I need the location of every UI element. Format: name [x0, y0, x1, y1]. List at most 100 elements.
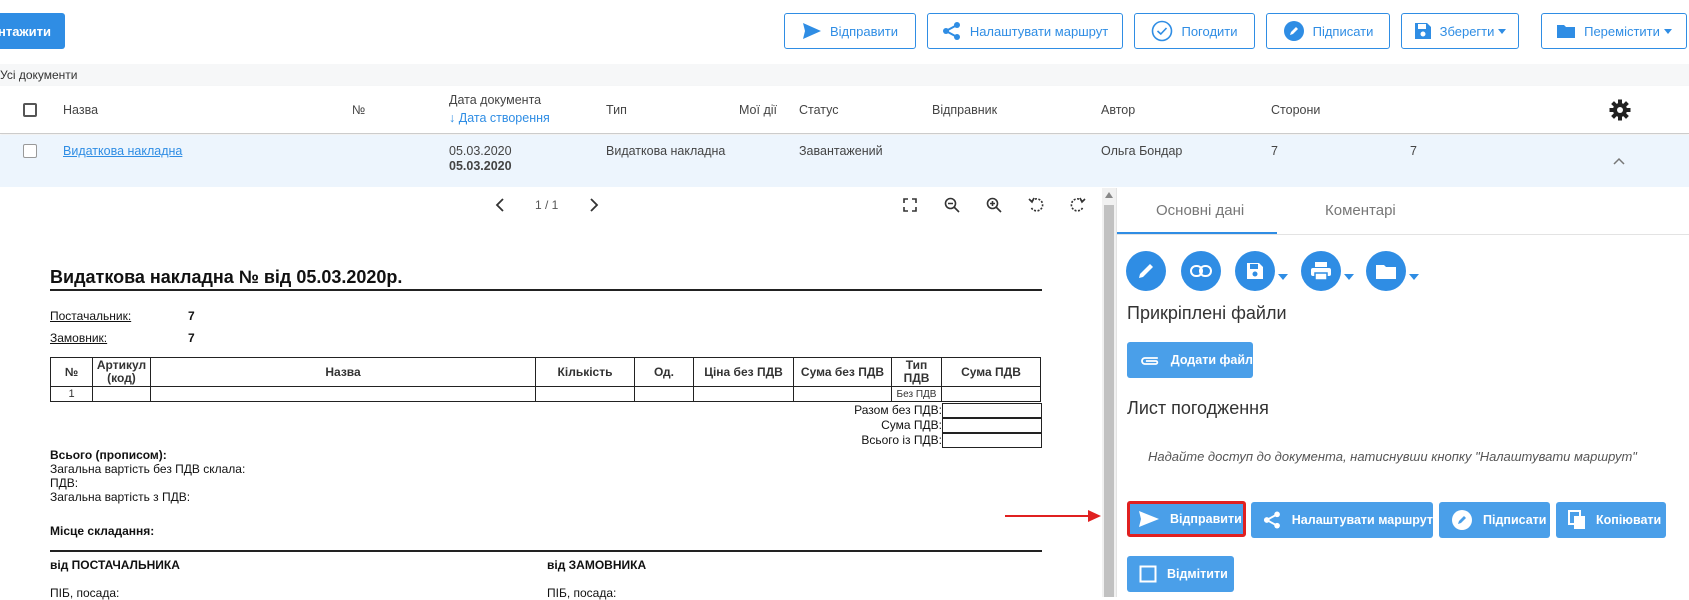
- tabs-divider: [1117, 234, 1689, 235]
- total-with-vat-label: Всього із ПДВ:: [861, 433, 942, 447]
- chevron-down-icon[interactable]: [1409, 274, 1419, 280]
- col-sum: Сума без ПДВ: [793, 357, 892, 387]
- row-extra: 7: [1410, 144, 1417, 158]
- checkbox-icon: [1139, 565, 1157, 583]
- total-with-vat-box: [942, 433, 1042, 448]
- total-no-vat-label: Разом без ПДВ:: [854, 403, 942, 417]
- annotation-arrow: [1005, 510, 1101, 522]
- folder-icon: [1376, 264, 1396, 279]
- total-no-vat-box: [942, 403, 1042, 418]
- column-parties[interactable]: Сторони: [1271, 103, 1320, 117]
- configure-route-button[interactable]: Налаштувати маршрут: [927, 13, 1123, 49]
- configure-route-panel-button[interactable]: Налаштувати маршрут: [1251, 502, 1433, 538]
- pib-customer: ПІБ, посада:: [547, 586, 617, 600]
- vat-sum-label: Сума ПДВ:: [881, 418, 942, 432]
- rotate-left-icon[interactable]: [1028, 197, 1044, 213]
- sign-panel-button[interactable]: Підписати: [1439, 502, 1550, 538]
- row-doc-date: 05.03.2020: [449, 144, 512, 158]
- chevron-down-icon[interactable]: [1278, 274, 1288, 280]
- vat-sum-box: [942, 418, 1042, 433]
- tab-comments[interactable]: Коментарі: [1325, 202, 1396, 219]
- pen-circle-icon: [1283, 21, 1304, 41]
- copy-button[interactable]: Копіювати: [1556, 502, 1666, 538]
- add-file-button[interactable]: Додати файл: [1127, 342, 1253, 378]
- total-words: Всього (прописом):: [50, 448, 167, 462]
- column-my-actions[interactable]: Мої дії: [739, 103, 777, 117]
- col-vat-sum: Сума ПДВ: [941, 357, 1041, 387]
- send-panel-button[interactable]: Відправити: [1127, 501, 1246, 537]
- row-author: Ольга Бондар: [1101, 144, 1183, 158]
- mark-button[interactable]: Відмітити: [1127, 556, 1234, 592]
- table-header: Назва № Дата документа ↓ Дата створення …: [0, 86, 1689, 134]
- rotate-right-icon[interactable]: [1070, 197, 1086, 213]
- from-supplier: від ПОСТАЧАЛЬНИКА: [50, 558, 180, 572]
- line-vat-type: Без ПДВ: [891, 386, 942, 402]
- scrollbar-thumb[interactable]: [1104, 205, 1114, 597]
- send-button[interactable]: Відправити: [784, 13, 916, 49]
- folder-icon: [1557, 25, 1576, 38]
- approval-hint: Надайте доступ до документа, натиснувши …: [1148, 449, 1637, 464]
- paperclip-icon: [1141, 357, 1159, 365]
- chevron-left-icon[interactable]: [495, 198, 505, 212]
- printer-icon: [1311, 262, 1331, 281]
- print-button[interactable]: [1301, 251, 1341, 291]
- row-checkbox[interactable]: [23, 144, 37, 158]
- supplier-value: 7: [188, 309, 195, 323]
- row-status: Завантажений: [799, 144, 883, 158]
- upload-button[interactable]: авантажити: [0, 13, 65, 49]
- column-created-sort[interactable]: ↓ Дата створення: [449, 111, 550, 125]
- copy-icon: [1568, 510, 1585, 529]
- chevron-right-icon[interactable]: [589, 198, 599, 212]
- document-link[interactable]: Видаткова накладна: [63, 144, 182, 158]
- zoom-out-icon[interactable]: [944, 197, 960, 213]
- column-author[interactable]: Автор: [1101, 103, 1135, 117]
- check-circle-icon: [1152, 20, 1173, 42]
- row-created-date: 05.03.2020: [449, 159, 512, 173]
- cost-with-vat: Загальна вартість з ПДВ:: [50, 490, 191, 504]
- column-doc-date[interactable]: Дата документа: [449, 93, 541, 107]
- fullscreen-icon[interactable]: [903, 198, 917, 212]
- edit-button[interactable]: [1126, 251, 1166, 291]
- link-button[interactable]: [1181, 251, 1221, 291]
- chevron-down-icon: [1663, 28, 1672, 34]
- col-unit: Од.: [634, 357, 694, 387]
- row-type: Видаткова накладна: [606, 144, 726, 158]
- sign-divider: [50, 550, 1042, 552]
- save-menu-button[interactable]: [1235, 251, 1275, 291]
- title-divider: [50, 289, 1042, 291]
- col-price: Ціна без ПДВ: [693, 357, 794, 387]
- send-icon: [1139, 511, 1159, 527]
- move-menu-button[interactable]: [1366, 251, 1406, 291]
- chevron-down-icon: [1498, 28, 1507, 34]
- column-sender[interactable]: Відправник: [932, 103, 997, 117]
- approve-button[interactable]: Погодити: [1134, 13, 1255, 49]
- col-name: Назва: [150, 357, 536, 387]
- sign-button[interactable]: Підписати: [1266, 13, 1390, 49]
- move-button[interactable]: Перемістити: [1541, 13, 1687, 49]
- scroll-up-icon[interactable]: [1105, 192, 1113, 198]
- tab-main-data[interactable]: Основні дані: [1156, 202, 1244, 219]
- vat-line: ПДВ:: [50, 476, 79, 490]
- select-all-checkbox[interactable]: [23, 103, 37, 117]
- share-icon: [1263, 511, 1280, 529]
- column-status[interactable]: Статус: [799, 103, 839, 117]
- breadcrumb[interactable]: Усі документи: [0, 64, 1689, 86]
- zoom-in-icon[interactable]: [986, 197, 1002, 213]
- customer-value: 7: [188, 331, 195, 345]
- pib-supplier: ПІБ, посада:: [50, 586, 120, 600]
- column-type[interactable]: Тип: [606, 103, 627, 117]
- supplier-label: Постачальник:: [50, 309, 132, 323]
- share-icon: [942, 22, 960, 40]
- line-num: 1: [50, 386, 93, 402]
- column-name[interactable]: Назва: [63, 103, 98, 117]
- col-num: №: [50, 357, 93, 387]
- send-icon: [802, 23, 821, 39]
- save-button[interactable]: Зберегти: [1401, 13, 1519, 49]
- chevron-up-icon[interactable]: [1613, 157, 1625, 165]
- gear-icon[interactable]: [1609, 99, 1631, 121]
- col-vat-type: Тип ПДВ: [891, 357, 942, 387]
- table-row[interactable]: Видаткова накладна 05.03.2020 05.03.2020…: [0, 135, 1689, 187]
- chevron-down-icon[interactable]: [1344, 274, 1354, 280]
- customer-label: Замовник:: [50, 331, 108, 345]
- column-number[interactable]: №: [352, 103, 365, 117]
